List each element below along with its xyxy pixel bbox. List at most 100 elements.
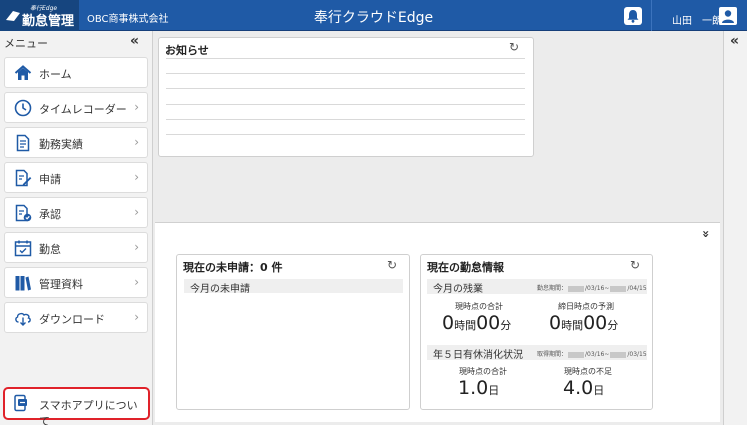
redacted-year <box>568 285 585 292</box>
sidebar-item-label: 勤務実績 <box>39 138 83 151</box>
sidebar-item-label: 申請 <box>39 173 61 186</box>
hours-unit: 時間 <box>561 319 584 332</box>
days-value: 4.0 <box>563 377 594 399</box>
attendance-info-panel: 現在の勤怠情報 ↻ 今月の残業 勤怠期間： /03/16~ /04/15 現時点の合… <box>420 254 653 410</box>
sidebar-item-label: 管理資料 <box>39 278 83 291</box>
attendance-title: 現在の勤怠情報 <box>427 261 504 274</box>
edit-document-icon <box>15 169 32 187</box>
pending-row[interactable]: 今月の未申請 <box>184 279 403 295</box>
period-end: /03/15 <box>627 351 647 358</box>
notices-refresh-icon[interactable]: ↻ <box>509 40 519 54</box>
collapse-right-panel-button[interactable]: « <box>730 33 739 49</box>
sidebar-item-label: ホーム <box>39 68 72 81</box>
chevron-right-icon: › <box>134 205 139 219</box>
home-icon <box>14 65 32 80</box>
overtime-current-label: 現時点の合計 <box>455 302 503 311</box>
sidebar-item-download[interactable]: ダウンロード › <box>4 302 148 333</box>
sidebar-item-management-reports[interactable]: 管理資料 › <box>4 267 148 298</box>
overtime-label: 今月の残業 <box>433 284 483 295</box>
clock-icon <box>14 99 32 117</box>
redacted-year <box>568 351 585 358</box>
paid-leave-current-value: 1.0日 <box>458 377 499 399</box>
sidebar-item-label: 勤怠 <box>39 243 61 256</box>
hours-unit: 時間 <box>454 319 477 332</box>
sidebar-item-label: タイムレコーダー <box>39 103 127 116</box>
days-unit: 日 <box>488 384 500 397</box>
days-value: 1.0 <box>458 377 489 399</box>
user-name[interactable]: 山田 一朗 <box>672 12 722 27</box>
books-icon <box>15 276 31 291</box>
minutes-unit: 分 <box>500 319 512 332</box>
period-end: /04/15 <box>627 285 647 292</box>
attendance-refresh-icon[interactable]: ↻ <box>630 258 640 272</box>
paid-leave-label: 年５日有休消化状況 <box>433 350 523 361</box>
chevron-right-icon: › <box>134 100 139 114</box>
overtime-forecast-value: 0時間00分 <box>549 312 618 334</box>
document-icon <box>16 134 30 152</box>
company-name: OBC商事株式会社 <box>87 14 169 25</box>
sidebar-item-attendance[interactable]: 勤怠 › <box>4 232 148 263</box>
paid-leave-shortage-value: 4.0日 <box>563 377 604 399</box>
minutes-unit: 分 <box>607 319 619 332</box>
minutes-value: 00 <box>476 312 501 334</box>
paid-leave-period: 取得期間： /03/16~ /03/15 <box>537 349 647 358</box>
smartphone-app-icon <box>14 394 27 412</box>
expand-section-button[interactable]: » <box>699 230 713 238</box>
menu-heading: メニュー <box>4 37 48 50</box>
notice-row-divider <box>166 88 525 89</box>
period-prefix: 取得期間： <box>537 351 568 358</box>
chevron-right-icon: › <box>134 135 139 149</box>
cloud-download-icon <box>15 312 31 326</box>
approve-icon <box>15 204 32 222</box>
paid-leave-shortage-label: 現時点の不足 <box>564 367 612 376</box>
sidebar-item-label: ダウンロード <box>39 313 105 326</box>
right-rail: « <box>723 31 747 425</box>
overtime-current-value: 0時間00分 <box>442 312 511 334</box>
collapse-sidebar-button[interactable]: « <box>130 33 139 49</box>
app-header: 奉行Edge 勤怠管理 OBC商事株式会社 奉行クラウドEdge 山田 一朗 <box>0 0 747 31</box>
paid-leave-header: 年５日有休消化状況 取得期間： /03/16~ /03/15 <box>427 345 647 361</box>
period-start: /03/16~ <box>585 285 610 292</box>
sidebar-item-approval[interactable]: 承認 › <box>4 197 148 228</box>
notices-title: お知らせ <box>165 44 209 57</box>
header-divider <box>651 0 652 31</box>
notice-row-divider <box>166 104 525 105</box>
notification-bell-icon[interactable] <box>624 7 642 25</box>
logo-mark-icon <box>6 11 20 21</box>
redacted-year <box>610 351 627 358</box>
chevron-right-icon: › <box>134 275 139 289</box>
pending-applications-panel: 現在の未申請：0 件 ↻ 今月の未申請 <box>176 254 410 410</box>
sidebar-item-work-records[interactable]: 勤務実績 › <box>4 127 148 158</box>
chevron-right-icon: › <box>134 310 139 324</box>
sidebar: メニュー « ホーム タイムレコーダー › 勤務実績 › 申請 › 承認 › 勤… <box>0 31 153 425</box>
notice-row-divider <box>166 134 525 135</box>
user-avatar-icon[interactable] <box>719 7 737 25</box>
overtime-period: 勤怠期間： /03/16~ /04/15 <box>537 283 647 292</box>
product-logo[interactable]: 奉行Edge 勤怠管理 <box>0 0 79 31</box>
pending-refresh-icon[interactable]: ↻ <box>387 258 397 272</box>
paid-leave-current-label: 現時点の合計 <box>459 367 507 376</box>
sidebar-item-time-recorder[interactable]: タイムレコーダー › <box>4 92 148 123</box>
smartphone-app-button[interactable]: スマホアプリについて <box>3 387 150 425</box>
redacted-year <box>610 285 627 292</box>
pending-title: 現在の未申請：0 件 <box>183 261 283 274</box>
main-content: お知らせ ↻ » 現在の未申請：0 件 ↻ 今月の未申請 現在の勤怠情報 ↻ 今… <box>153 31 723 425</box>
chevron-right-icon: › <box>134 170 139 184</box>
calendar-icon <box>14 240 32 257</box>
chevron-right-icon: › <box>134 240 139 254</box>
sidebar-item-label: 承認 <box>39 208 61 221</box>
overtime-forecast-label: 締日時点の予測 <box>558 302 614 311</box>
smartphone-app-label: スマホアプリについて <box>39 399 138 425</box>
period-prefix: 勤怠期間： <box>537 285 568 292</box>
sidebar-item-home[interactable]: ホーム <box>4 57 148 88</box>
hours-value: 0 <box>549 312 562 334</box>
notice-row-divider <box>166 119 525 120</box>
hours-value: 0 <box>442 312 455 334</box>
sidebar-item-application[interactable]: 申請 › <box>4 162 148 193</box>
minutes-value: 00 <box>583 312 608 334</box>
days-unit: 日 <box>593 384 605 397</box>
notices-panel: お知らせ ↻ <box>158 37 534 157</box>
notice-row-divider <box>166 58 525 59</box>
logo-title: 勤怠管理 <box>22 14 75 29</box>
period-start: /03/16~ <box>585 351 610 358</box>
